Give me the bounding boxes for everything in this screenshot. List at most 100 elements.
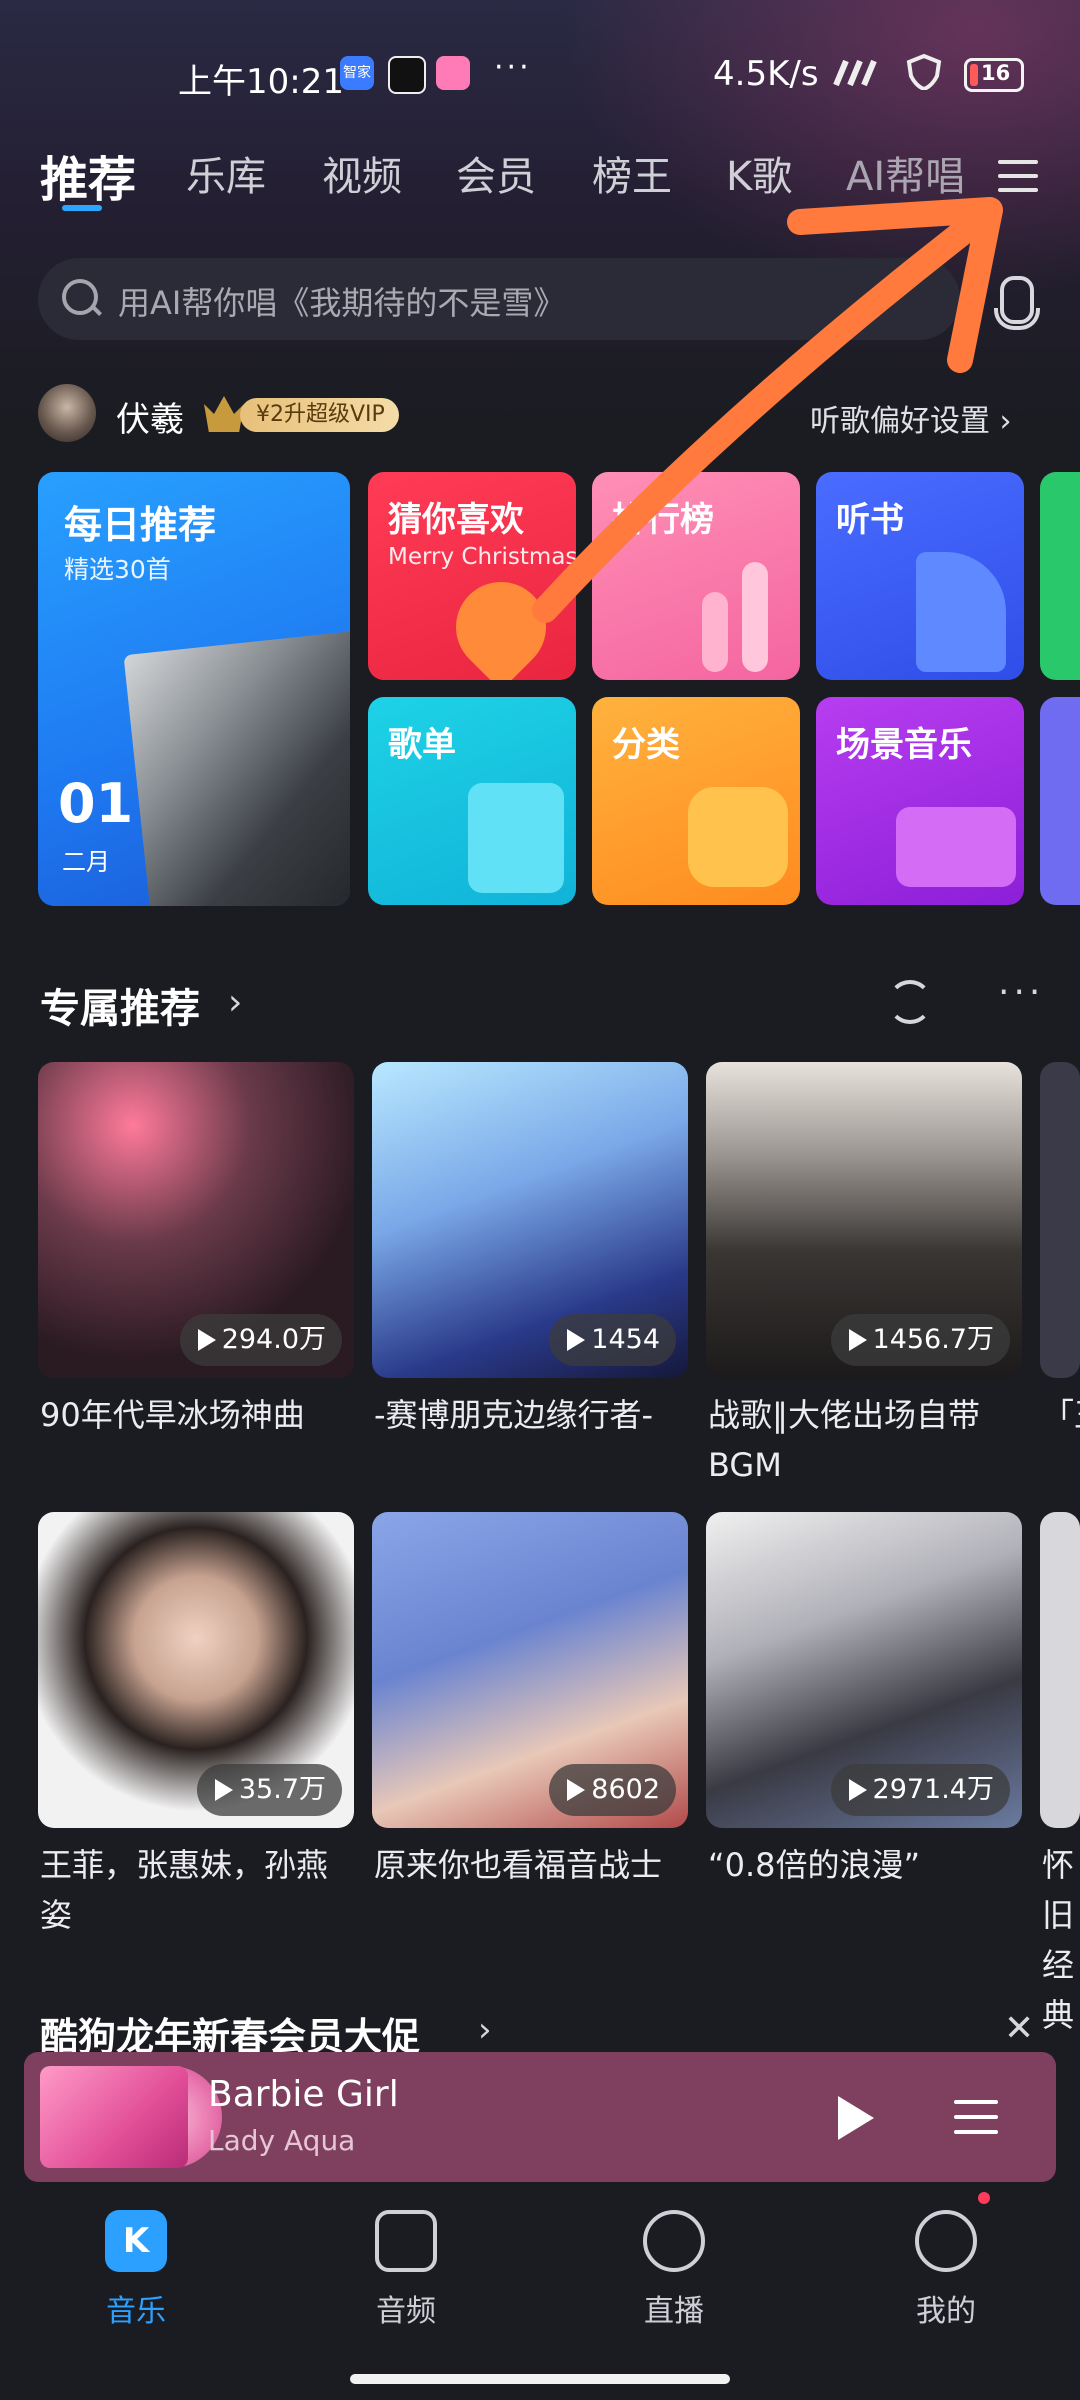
section-title[interactable]: 专属推荐 (40, 976, 200, 1034)
tab-active-indicator (62, 205, 102, 211)
play-count: 8602 (549, 1764, 676, 1816)
card-title[interactable]: -赛博朋克边缘行者- (374, 1390, 690, 1440)
nav-live[interactable]: 直播 (594, 2210, 754, 2330)
card-title[interactable]: 王菲，张惠妹，孙燕姿 (40, 1840, 356, 1940)
search-placeholder: 用AI帮你唱《我期待的不是雪》 (118, 284, 566, 322)
category-icon (688, 787, 788, 887)
playlist-card[interactable]: 35.7万 (38, 1512, 354, 1828)
tab-ai-sing[interactable]: AI帮唱 (846, 144, 966, 202)
tab-chart-king[interactable]: 榜王 (592, 144, 672, 202)
playlist-card[interactable]: 1454 (372, 1062, 688, 1378)
notification-dot (978, 2192, 990, 2204)
bars-icon-2 (742, 562, 768, 672)
username[interactable]: 伏羲 (116, 392, 184, 441)
home-indicator (350, 2374, 730, 2384)
more-icon[interactable]: ··· (998, 972, 1044, 1013)
tab-video[interactable]: 视频 (322, 144, 402, 202)
refresh-icon[interactable] (888, 980, 932, 1024)
playlist-tile[interactable]: 歌单 (368, 697, 576, 905)
guess-subtitle: Merry Christmas (388, 544, 576, 570)
vip-upgrade-badge[interactable]: ¥2升超级VIP (240, 398, 399, 432)
play-count: 2971.4万 (830, 1764, 1010, 1816)
card-title[interactable]: “0.8倍的浪漫” (708, 1840, 1024, 1890)
tab-library[interactable]: 乐库 (186, 144, 266, 202)
daily-month: 二月 (62, 848, 110, 876)
guess-you-like-tile[interactable]: 猜你喜欢 Merry Christmas (368, 472, 576, 680)
daily-subtitle: 精选30首 (64, 555, 171, 584)
book-title: 听书 (836, 500, 904, 540)
more-tile-2[interactable] (1040, 697, 1080, 905)
smart-home-icon: 智家 (340, 56, 374, 90)
playlist-card[interactable]: 8602 (372, 1512, 688, 1828)
playlist-card[interactable]: 1456.7万 (706, 1062, 1022, 1378)
nav-mine[interactable]: 我的 (866, 2210, 1026, 2330)
nav-music-label: 音乐 (106, 2294, 166, 2329)
card-title[interactable]: 怀旧经典 (1042, 1840, 1080, 2040)
daily-day: 01 (58, 772, 134, 835)
live-icon (643, 2210, 705, 2272)
tab-member[interactable]: 会员 (456, 144, 536, 202)
avatar[interactable] (38, 384, 96, 442)
scene-title: 场景音乐 (836, 725, 972, 765)
network-speed: 4.5K/s (713, 54, 819, 94)
playlist-card[interactable] (1040, 1512, 1080, 1828)
nav-live-label: 直播 (644, 2294, 704, 2329)
status-more-dots: ··· (494, 50, 532, 85)
app-icon-pink (436, 56, 470, 90)
playlist-card[interactable]: 2971.4万 (706, 1512, 1022, 1828)
nav-audio[interactable]: 音频 (326, 2210, 486, 2330)
card-title[interactable]: 原来你也看福音战士 (374, 1840, 690, 1890)
nav-audio-label: 音频 (376, 2294, 436, 2329)
chevron-right-icon[interactable]: › (478, 2010, 492, 2050)
ranking-tile[interactable]: 排行榜 (592, 472, 800, 680)
bars-icon (702, 592, 728, 672)
signal-icon (830, 56, 890, 87)
card-title[interactable]: 90年代旱冰场神曲 (40, 1390, 356, 1440)
queue-icon[interactable] (954, 2100, 998, 2134)
mini-player[interactable]: Barbie Girl Lady Aqua (24, 2052, 1056, 2182)
nav-music[interactable]: K 音乐 (56, 2210, 216, 2330)
search-bar[interactable]: 用AI帮你唱《我期待的不是雪》 (38, 258, 960, 340)
heart-icon (437, 563, 565, 680)
music-k-icon: K (105, 2210, 167, 2272)
playlist-card[interactable] (1040, 1062, 1080, 1378)
playlist-card[interactable]: 294.0万 (38, 1062, 354, 1378)
track-artist: Lady Aqua (208, 2124, 356, 2157)
listening-preferences-link[interactable]: 听歌偏好设置 › (810, 396, 1012, 440)
book-icon (916, 552, 1006, 672)
status-bar: 上午10:21 智家 ··· 4.5K/s 16 (0, 40, 1080, 112)
nav-mine-label: 我的 (916, 2294, 976, 2329)
more-tile-1[interactable] (1040, 472, 1080, 680)
category-tile[interactable]: 分类 (592, 697, 800, 905)
play-icon[interactable] (838, 2096, 874, 2140)
card-title[interactable]: 战歌‖大佬出场自带BGM (708, 1390, 1024, 1490)
audio-icon (375, 2210, 437, 2272)
category-title: 分类 (612, 725, 680, 765)
tab-recommend[interactable]: 推荐 (40, 140, 136, 210)
app-icon-black (388, 56, 426, 94)
guess-title: 猜你喜欢 (388, 500, 524, 540)
play-count: 1454 (549, 1314, 676, 1366)
tab-karaoke[interactable]: K歌 (726, 144, 792, 202)
daily-album-cover (123, 630, 350, 906)
album-cover (40, 2066, 188, 2168)
chevron-right-icon[interactable]: › (228, 982, 242, 1023)
daily-recommend-tile[interactable]: 每日推荐 精选30首 01 二月 (38, 472, 350, 906)
audiobook-tile[interactable]: 听书 (816, 472, 1024, 680)
card-title[interactable]: 「王 (1042, 1390, 1080, 1440)
profile-icon (915, 2210, 977, 2272)
microphone-icon[interactable] (994, 276, 1040, 330)
play-count: 35.7万 (196, 1764, 342, 1816)
shield-icon (906, 53, 942, 92)
status-time: 上午10:21 (178, 62, 344, 102)
play-count: 1456.7万 (830, 1314, 1010, 1366)
play-count: 294.0万 (179, 1314, 342, 1366)
scene-music-tile[interactable]: 场景音乐 (816, 697, 1024, 905)
track-title: Barbie Girl (208, 2074, 399, 2115)
sofa-icon (896, 807, 1016, 887)
rank-title: 排行榜 (612, 500, 714, 540)
search-icon (62, 279, 98, 315)
menu-icon[interactable] (998, 160, 1038, 192)
playlist-icon (468, 783, 564, 893)
close-icon[interactable]: ✕ (1004, 2008, 1034, 2049)
